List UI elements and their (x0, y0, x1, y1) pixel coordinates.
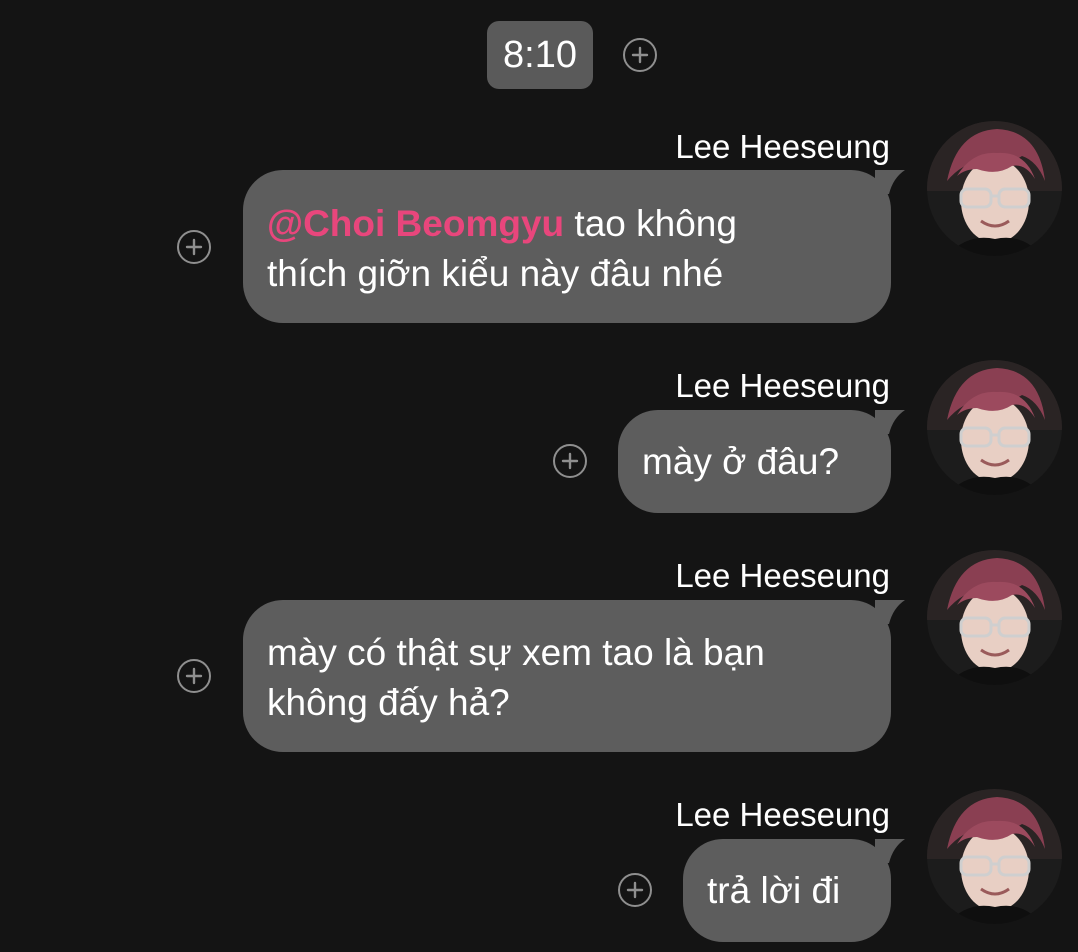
avatar[interactable] (927, 360, 1062, 495)
chat-screen: 8:10 Lee Heeseung @Choi Beomgyu tao khôn… (0, 0, 1078, 952)
bubble-tail (875, 839, 905, 863)
plus-circle-icon[interactable] (177, 659, 211, 693)
bubble-tail (875, 600, 905, 624)
avatar[interactable] (927, 550, 1062, 685)
time-pill: 8:10 (487, 21, 593, 89)
message-bubble[interactable]: @Choi Beomgyu tao không thích giỡn kiểu … (243, 170, 905, 323)
plus-circle-icon[interactable] (553, 444, 587, 478)
message-bubble[interactable]: trả lời đi (683, 839, 905, 942)
message-text: mày ở đâu? (642, 440, 840, 482)
sender-name: Lee Heeseung (675, 796, 890, 833)
mention-link[interactable]: @Choi Beomgyu (267, 203, 564, 244)
message-text: @Choi Beomgyu tao không thích giỡn kiểu … (267, 202, 737, 294)
message-text: trả lời đi (707, 869, 841, 911)
plus-circle-icon[interactable] (623, 38, 657, 72)
plus-circle-icon[interactable] (618, 873, 652, 907)
sender-name: Lee Heeseung (675, 128, 890, 165)
plus-circle-icon[interactable] (177, 230, 211, 264)
sender-name: Lee Heeseung (675, 557, 890, 594)
time-label: 8:10 (503, 33, 577, 76)
message-text: mày có thật sự xem tao là bạn không đấy … (267, 632, 765, 723)
avatar[interactable] (927, 789, 1062, 924)
message-bubble[interactable]: mày ở đâu? (618, 410, 905, 513)
sender-name: Lee Heeseung (675, 367, 890, 404)
avatar[interactable] (927, 121, 1062, 256)
message-bubble[interactable]: mày có thật sự xem tao là bạn không đấy … (243, 600, 905, 752)
bubble-tail (875, 170, 905, 194)
bubble-tail (875, 410, 905, 434)
